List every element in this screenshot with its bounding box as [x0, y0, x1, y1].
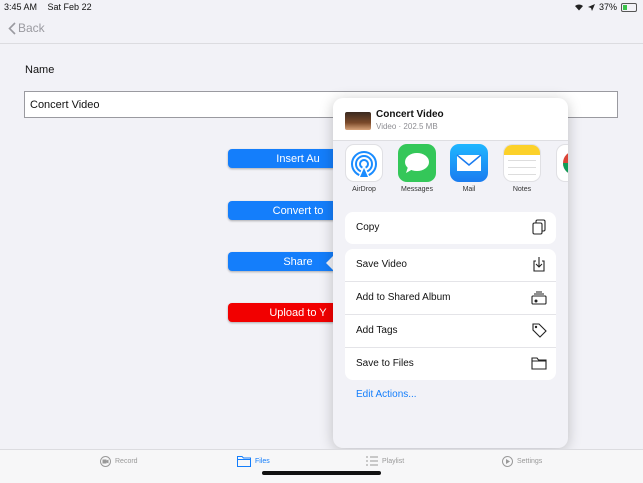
tab-settings[interactable]: Settings	[502, 456, 542, 467]
share-app-row: AirDrop Messages Mail Notes	[333, 141, 568, 199]
share-app-label: Notes	[512, 186, 532, 193]
name-input-value: Concert Video	[30, 99, 100, 111]
edit-actions-link[interactable]: Edit Actions...	[356, 389, 417, 400]
share-app-chrome[interactable]: Cl	[551, 144, 568, 193]
share-sheet: Concert Video Video · 202.5 MB AirDrop M…	[333, 98, 568, 448]
share-title: Concert Video	[376, 109, 444, 120]
airdrop-icon	[345, 144, 383, 182]
share-subtitle: Video · 202.5 MB	[376, 122, 438, 131]
folder-icon	[531, 357, 547, 370]
location-icon	[587, 3, 595, 11]
list-icon	[366, 456, 378, 466]
add-tags-action[interactable]: Add Tags	[345, 315, 556, 348]
add-tags-label: Add Tags	[356, 325, 398, 336]
chevron-left-icon	[8, 21, 16, 35]
share-app-label: AirDrop	[352, 186, 376, 193]
tab-bar: Record Files Playlist Settings	[0, 449, 643, 483]
share-app-mail[interactable]: Mail	[445, 144, 493, 193]
upload-label: Upload to Y	[269, 306, 327, 319]
tab-record-label: Record	[115, 458, 138, 465]
share-app-label: Cl	[551, 186, 568, 193]
wifi-icon	[574, 4, 583, 11]
tab-playlist[interactable]: Playlist	[366, 456, 404, 466]
tab-record[interactable]: Record	[100, 456, 138, 467]
add-shared-album-action[interactable]: Add to Shared Album	[345, 282, 556, 315]
mail-icon	[450, 144, 488, 182]
share-app-label: Mail	[462, 186, 476, 193]
save-video-label: Save Video	[356, 259, 407, 270]
add-shared-album-label: Add to Shared Album	[356, 292, 451, 303]
shared-album-icon	[531, 291, 547, 305]
save-to-files-action[interactable]: Save to Files	[345, 348, 556, 380]
download-icon	[533, 257, 545, 272]
tab-files[interactable]: Files	[237, 456, 270, 467]
copy-group: Copy	[345, 212, 556, 244]
share-label: Share	[283, 255, 313, 268]
tab-playlist-label: Playlist	[382, 457, 405, 465]
popover-arrow	[326, 256, 333, 270]
video-thumbnail	[345, 112, 371, 130]
save-video-action[interactable]: Save Video	[345, 249, 556, 282]
convert-label: Convert to	[272, 204, 324, 217]
name-label: Name	[25, 64, 55, 76]
home-indicator	[262, 471, 381, 475]
share-app-messages[interactable]: Messages	[393, 144, 441, 193]
save-to-files-label: Save to Files	[356, 358, 414, 369]
copy-label: Copy	[356, 222, 380, 233]
messages-icon	[398, 144, 436, 182]
copy-action[interactable]: Copy	[345, 212, 556, 244]
back-label: Back	[18, 21, 45, 35]
insert-audio-label: Insert Au	[276, 152, 320, 165]
tab-files-label: Files	[255, 458, 270, 465]
tag-icon	[532, 323, 547, 338]
video-icon	[100, 456, 111, 467]
actions-group: Save Video Add to Shared Album Add Tags …	[345, 249, 556, 380]
folder-icon	[237, 456, 251, 467]
back-button[interactable]: Back	[8, 21, 45, 35]
copy-icon	[532, 219, 546, 235]
battery-percent: 37%	[598, 2, 617, 12]
tab-settings-label: Settings	[517, 458, 543, 465]
share-app-label: Messages	[401, 186, 433, 193]
navigation-bar: Back	[0, 14, 643, 44]
chrome-icon	[556, 144, 568, 182]
status-time: 3:45 AM	[4, 2, 38, 12]
share-sheet-header: Concert Video Video · 202.5 MB	[333, 98, 568, 141]
notes-icon	[503, 144, 541, 182]
battery-icon	[621, 2, 637, 12]
status-bar: 3:45 AM Sat Feb 22 37%	[0, 0, 643, 14]
play-circle-icon	[502, 456, 513, 467]
status-date: Sat Feb 22	[47, 2, 92, 12]
share-app-airdrop[interactable]: AirDrop	[340, 144, 388, 193]
share-app-notes[interactable]: Notes	[498, 144, 546, 193]
